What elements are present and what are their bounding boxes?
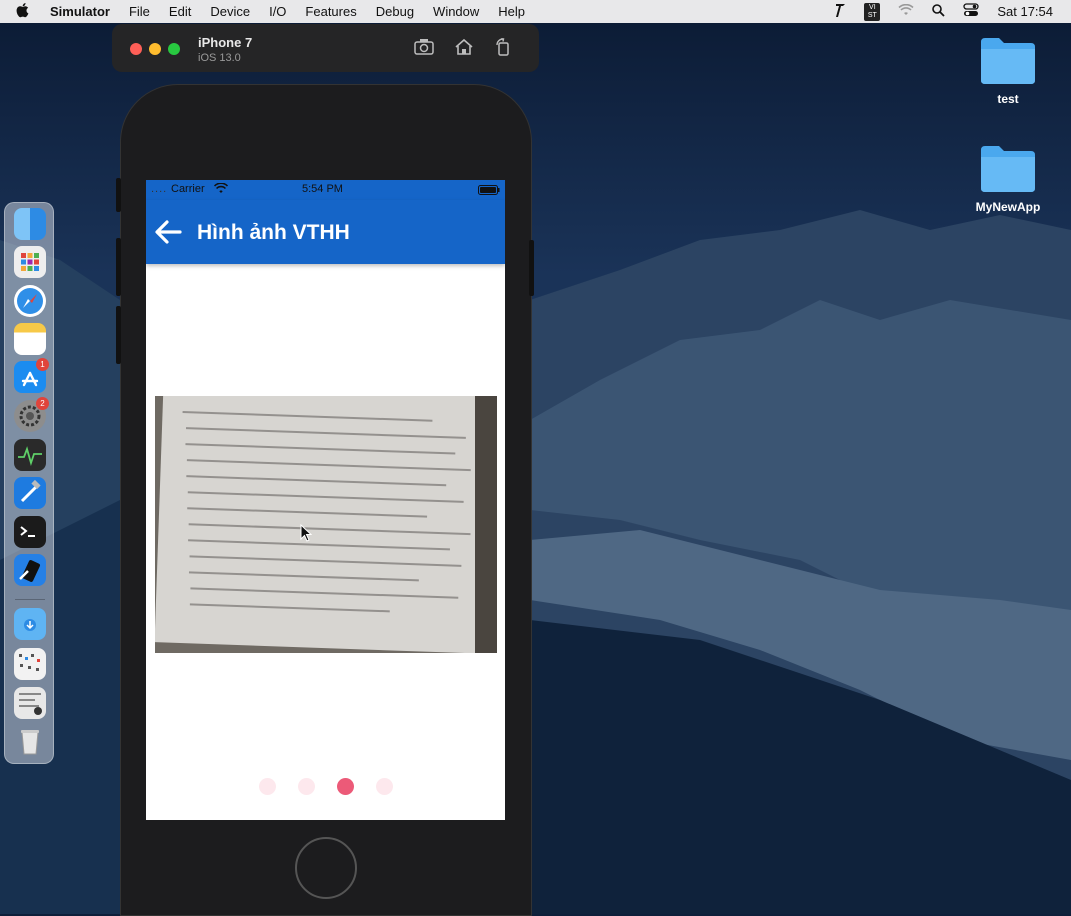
desktop-icon-label: MyNewApp	[975, 200, 1041, 214]
xcode-icon[interactable]	[14, 477, 46, 509]
minimize-window-button[interactable]	[149, 43, 161, 55]
menu-device[interactable]: Device	[210, 4, 250, 19]
downloads-folder-icon[interactable]	[14, 608, 46, 640]
menu-io[interactable]: I/O	[269, 4, 286, 19]
device-name: iPhone 7	[198, 35, 253, 50]
menu-debug[interactable]: Debug	[376, 4, 414, 19]
menu-app-name[interactable]: Simulator	[50, 4, 110, 19]
phone-screen: .... Carrier 5:54 PM Hình ảnh VTHH	[146, 180, 505, 820]
desktop-folder-test[interactable]: test	[968, 36, 1048, 106]
rotate-icon[interactable]	[494, 38, 514, 58]
os-version: iOS 13.0	[198, 52, 241, 64]
launchpad-icon[interactable]	[14, 246, 46, 278]
dock-separator	[15, 599, 45, 600]
menu-window[interactable]: Window	[433, 4, 479, 19]
menu-file[interactable]: File	[129, 4, 150, 19]
apple-menu-icon[interactable]	[16, 2, 36, 22]
desktop-folder-mynewapp[interactable]: MyNewApp	[968, 144, 1048, 214]
volume-down-button	[116, 306, 121, 364]
page-indicator	[146, 778, 505, 796]
ios-status-bar: .... Carrier 5:54 PM	[146, 180, 505, 200]
menu-edit[interactable]: Edit	[169, 4, 191, 19]
screenshot-stack-icon[interactable]	[14, 648, 46, 680]
wifi-status-icon	[213, 182, 229, 197]
input-source-icon[interactable]: VI ST	[864, 2, 881, 21]
home-button[interactable]	[295, 837, 357, 899]
wifi-icon[interactable]	[898, 3, 914, 19]
trash-icon[interactable]	[14, 725, 46, 757]
folder-icon	[979, 36, 1037, 86]
page-dot[interactable]	[297, 778, 315, 795]
folder-icon	[979, 144, 1037, 194]
recent-documents-icon[interactable]	[14, 687, 46, 719]
simulator-icon[interactable]	[14, 554, 46, 586]
notes-icon[interactable]	[14, 323, 46, 355]
home-icon[interactable]	[454, 38, 474, 58]
close-window-button[interactable]	[130, 43, 142, 55]
carrier-label: Carrier	[171, 183, 205, 195]
simulator-titlebar: iPhone 7 iOS 13.0	[112, 24, 539, 72]
back-arrow-icon[interactable]	[152, 216, 184, 248]
document-photo[interactable]	[155, 396, 497, 653]
finder-icon[interactable]	[14, 208, 46, 240]
pen-icon[interactable]	[834, 2, 846, 21]
app-store-badge: 1	[36, 358, 49, 371]
zoom-window-button[interactable]	[168, 43, 180, 55]
system-preferences-badge: 2	[36, 397, 49, 410]
search-icon[interactable]	[932, 3, 945, 20]
menu-features[interactable]: Features	[305, 4, 356, 19]
photo-background-edge	[475, 396, 497, 653]
page-dot[interactable]	[258, 778, 276, 795]
terminal-icon[interactable]	[14, 516, 46, 548]
volume-up-button	[116, 238, 121, 296]
signal-dots-icon: ....	[151, 183, 168, 195]
activity-monitor-icon[interactable]	[14, 439, 46, 471]
status-time: 5:54 PM	[302, 183, 343, 195]
control-center-icon[interactable]	[963, 3, 979, 20]
page-dot-active[interactable]	[336, 778, 354, 795]
menu-help[interactable]: Help	[498, 4, 525, 19]
page-dot[interactable]	[375, 778, 393, 795]
screenshot-icon[interactable]	[414, 38, 434, 58]
desktop-icon-label: test	[997, 92, 1019, 106]
menu-bar: Simulator File Edit Device I/O Features …	[0, 0, 1071, 23]
power-button	[529, 240, 534, 296]
app-bar: Hình ảnh VTHH	[146, 200, 505, 264]
macos-dock: 1 2	[4, 202, 54, 764]
mouse-cursor-icon	[300, 524, 312, 542]
paper-sheet	[155, 396, 494, 653]
mute-switch	[116, 178, 121, 212]
safari-icon[interactable]	[14, 285, 46, 317]
page-title: Hình ảnh VTHH	[197, 221, 350, 244]
menubar-clock[interactable]: Sat 17:54	[997, 4, 1053, 19]
battery-icon	[478, 185, 500, 198]
